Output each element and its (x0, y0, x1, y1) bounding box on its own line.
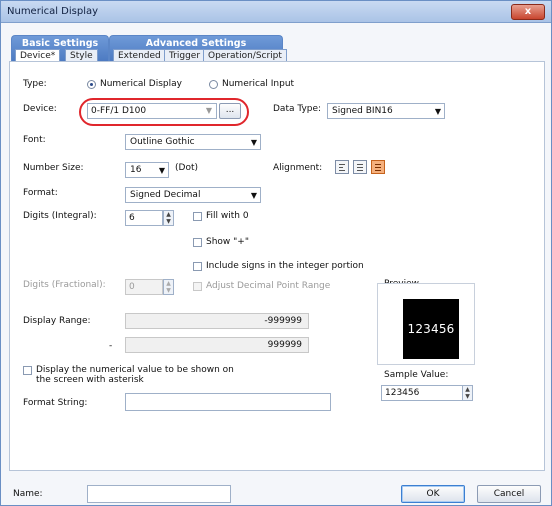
number-size-label: Number Size: (23, 163, 84, 173)
show-plus-label: Show "+" (206, 237, 249, 247)
digits-fractional-value: 0 (129, 282, 135, 292)
sample-value-spinner[interactable]: ▲ ▼ (462, 385, 473, 401)
adjust-decimal-label: Adjust Decimal Point Range (206, 281, 331, 291)
spin-up-icon: ▲ (465, 386, 470, 393)
type-radio-numerical-display[interactable] (87, 80, 96, 89)
display-range-max: 999999 (125, 337, 309, 353)
align-left-button[interactable] (335, 160, 349, 174)
align-right-button[interactable] (371, 160, 385, 174)
data-type-value: Signed BIN16 (332, 106, 393, 116)
sample-value-label: Sample Value: (384, 370, 449, 380)
display-range-min: -999999 (125, 313, 309, 329)
data-type-label: Data Type: (273, 104, 322, 114)
device-label: Device: (23, 104, 57, 114)
chevron-down-icon: ▼ (158, 166, 165, 175)
asterisk-label-line2: the screen with asterisk (36, 375, 144, 385)
spin-down-icon: ▼ (465, 393, 470, 400)
display-range-min-value: -999999 (264, 316, 302, 326)
cancel-button[interactable]: Cancel (477, 485, 541, 503)
type-option-numerical-display: Numerical Display (100, 79, 182, 89)
font-label: Font: (23, 135, 46, 145)
tab-group-basic-label: Basic Settings (21, 38, 99, 49)
digits-fractional-input: 0 (125, 279, 163, 295)
alignment-label: Alignment: (273, 163, 323, 173)
preview-display: 123456 (403, 299, 459, 359)
name-label: Name: (13, 489, 43, 499)
include-signs-checkbox[interactable] (193, 262, 202, 271)
include-signs-label: Include signs in the integer portion (206, 261, 364, 271)
digits-fractional-label: Digits (Fractional): (23, 280, 106, 290)
number-size-value: 16 (130, 165, 142, 175)
spin-down-icon: ▼ (166, 287, 171, 294)
type-label: Type: (23, 79, 47, 89)
chevron-down-icon: ▼ (250, 191, 257, 200)
data-type-select[interactable]: Signed BIN16 ▼ (327, 103, 445, 119)
spin-up-icon: ▲ (166, 211, 171, 218)
digits-integral-input[interactable]: 6 (125, 210, 163, 226)
format-label: Format: (23, 188, 58, 198)
asterisk-label-line1: Display the numerical value to be shown … (36, 365, 234, 375)
spin-up-icon: ▲ (166, 280, 171, 287)
device-highlight-ring (79, 98, 249, 126)
font-value: Outline Gothic (130, 137, 195, 147)
sample-value-input[interactable]: 123456 (381, 385, 463, 401)
ok-button[interactable]: OK (401, 485, 465, 503)
name-input[interactable] (87, 485, 231, 503)
format-value: Signed Decimal (130, 190, 201, 200)
chevron-down-icon: ▼ (434, 107, 441, 116)
window-title: Numerical Display (7, 6, 99, 17)
numerical-display-dialog: Numerical Display x Basic Settings Advan… (0, 0, 552, 506)
type-option-numerical-input: Numerical Input (222, 79, 295, 89)
type-radio-numerical-input[interactable] (209, 80, 218, 89)
display-range-dash: - (109, 341, 113, 351)
fill-zero-label: Fill with 0 (206, 211, 249, 221)
show-plus-checkbox[interactable] (193, 238, 202, 247)
digits-integral-label: Digits (Integral): (23, 211, 97, 221)
display-range-max-value: 999999 (267, 340, 302, 350)
align-center-button[interactable] (353, 160, 367, 174)
digits-integral-value: 6 (129, 213, 135, 223)
number-size-select[interactable]: 16 ▼ (125, 162, 169, 178)
fill-zero-checkbox[interactable] (193, 212, 202, 221)
display-range-label: Display Range: (23, 316, 91, 326)
format-string-input[interactable] (125, 393, 331, 411)
title-bar: Numerical Display x (1, 1, 551, 23)
tab-group-advanced-label: Advanced Settings (145, 38, 247, 49)
digits-fractional-spinner: ▲ ▼ (163, 279, 174, 295)
format-select[interactable]: Signed Decimal ▼ (125, 187, 261, 203)
adjust-decimal-checkbox (193, 282, 202, 291)
digits-integral-spinner[interactable]: ▲ ▼ (163, 210, 174, 226)
chevron-down-icon: ▼ (250, 138, 257, 147)
number-size-unit: (Dot) (175, 163, 198, 173)
spin-down-icon: ▼ (166, 218, 171, 225)
close-button[interactable]: x (511, 4, 545, 20)
font-select[interactable]: Outline Gothic ▼ (125, 134, 261, 150)
format-string-label: Format String: (23, 398, 88, 408)
asterisk-checkbox[interactable] (23, 366, 32, 375)
sample-value: 123456 (385, 388, 420, 398)
